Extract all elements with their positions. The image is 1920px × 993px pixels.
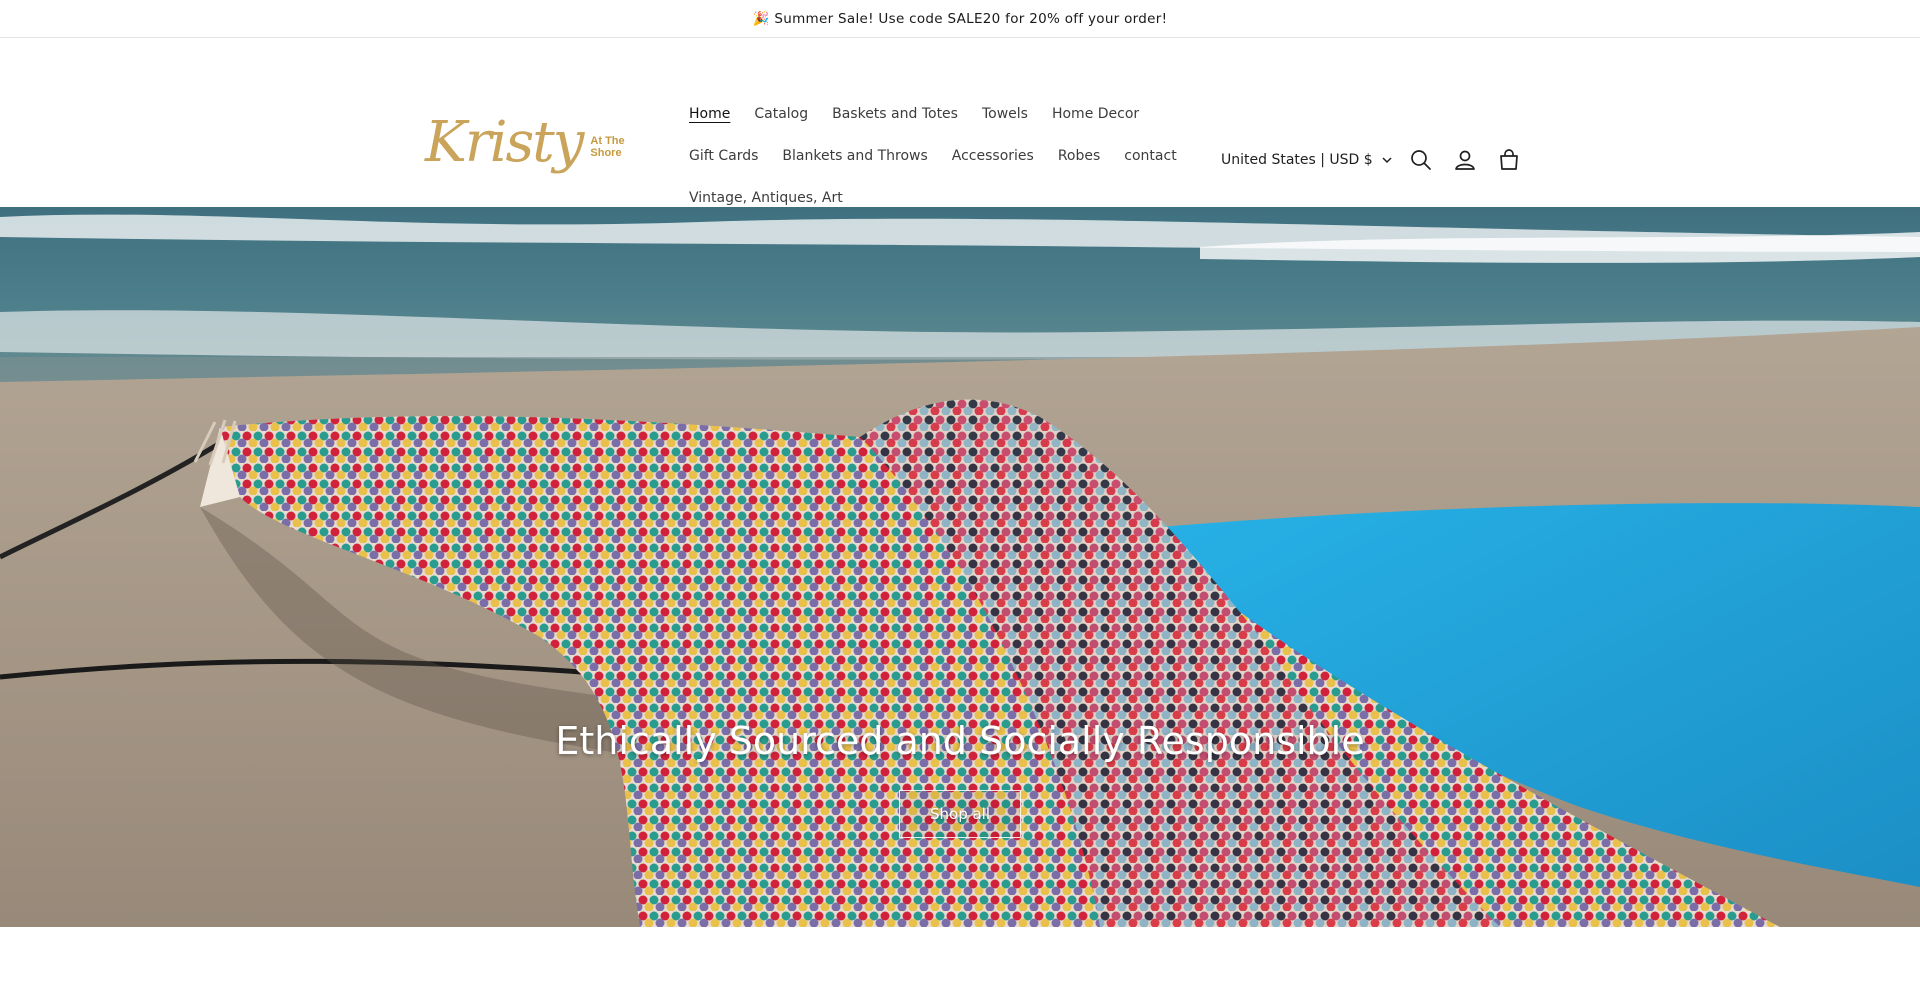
header-actions: United States | USD $: [1221, 144, 1531, 176]
nav-item-accessories[interactable]: Accessories: [952, 146, 1034, 166]
site-header: Kristy At The Shore Home Catalog Baskets…: [0, 38, 1920, 207]
nav-item-towels[interactable]: Towels: [982, 104, 1028, 124]
country-currency-selector[interactable]: United States | USD $: [1221, 152, 1393, 168]
cart-button[interactable]: [1487, 138, 1531, 182]
nav-item-vintage-antiques-art[interactable]: Vintage, Antiques, Art: [689, 188, 843, 208]
announcement-bar: 🎉 Summer Sale! Use code SALE20 for 20% o…: [0, 0, 1920, 38]
nav-item-robes[interactable]: Robes: [1058, 146, 1100, 166]
shop-all-button[interactable]: Shop all: [899, 790, 1021, 838]
account-button[interactable]: [1443, 138, 1487, 182]
search-button[interactable]: [1399, 138, 1443, 182]
country-currency-label: United States | USD $: [1221, 152, 1373, 168]
nav-item-home[interactable]: Home: [689, 104, 730, 124]
nav-item-home-decor[interactable]: Home Decor: [1052, 104, 1139, 124]
account-icon: [1454, 150, 1475, 170]
nav-item-baskets-and-totes[interactable]: Baskets and Totes: [832, 104, 958, 124]
nav-item-contact[interactable]: contact: [1124, 146, 1176, 166]
nav-item-catalog[interactable]: Catalog: [754, 104, 808, 124]
logo-tagline: At The Shore: [590, 135, 625, 159]
cart-icon: [1499, 149, 1518, 170]
search-icon: [1410, 150, 1431, 170]
main-nav: Home Catalog Baskets and Totes Towels Ho…: [689, 104, 1209, 208]
nav-item-gift-cards[interactable]: Gift Cards: [689, 146, 758, 166]
logo-script: Kristy: [425, 110, 584, 175]
nav-item-blankets-and-throws[interactable]: Blankets and Throws: [782, 146, 927, 166]
store-logo[interactable]: Kristy At The Shore: [425, 83, 645, 203]
announcement-text: 🎉 Summer Sale! Use code SALE20 for 20% o…: [752, 10, 1168, 27]
hero-banner: Ethically Sourced and Socially Responsib…: [0, 207, 1920, 927]
hero-heading: Ethically Sourced and Socially Responsib…: [555, 719, 1365, 763]
chevron-down-icon: [1382, 157, 1392, 164]
